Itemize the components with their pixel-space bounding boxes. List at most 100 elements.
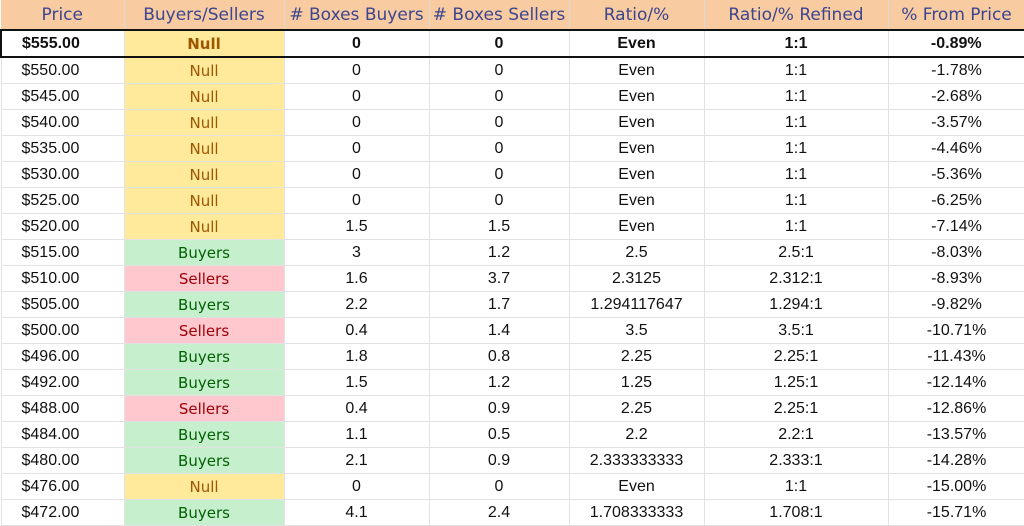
cell-price[interactable]: $492.00 (0, 369, 125, 396)
cell-price[interactable]: $520.00 (0, 213, 125, 240)
cell-price[interactable]: $488.00 (0, 395, 125, 422)
cell-boxes-buyers[interactable]: 4.1 (283, 499, 430, 526)
cell-buyers-sellers[interactable]: Null (123, 135, 285, 162)
cell-ratio[interactable]: 2.25 (568, 395, 705, 422)
cell-boxes-buyers[interactable]: 3 (283, 239, 430, 266)
cell-boxes-buyers[interactable]: 1.6 (283, 265, 430, 292)
cell-ratio-refined[interactable]: 3.5:1 (703, 317, 889, 344)
header-ratio-refined[interactable]: Ratio/% Refined (704, 0, 889, 31)
cell-ratio-refined[interactable]: 2.5:1 (703, 239, 889, 266)
cell-boxes-buyers[interactable]: 0 (283, 161, 430, 188)
cell-ratio[interactable]: Even (568, 135, 705, 162)
cell-boxes-buyers[interactable]: 0 (283, 135, 430, 162)
cell-ratio[interactable]: 1.708333333 (568, 499, 705, 526)
cell-ratio[interactable]: Even (568, 187, 705, 214)
cell-boxes-sellers[interactable]: 0 (428, 109, 570, 136)
cell-price[interactable]: $530.00 (0, 161, 125, 188)
cell-ratio[interactable]: 1.294117647 (568, 291, 705, 318)
cell-buyers-sellers[interactable]: Buyers (123, 369, 285, 396)
cell-buyers-sellers[interactable]: Sellers (123, 395, 285, 422)
cell-boxes-buyers[interactable]: 0.4 (283, 395, 430, 422)
cell-buyers-sellers[interactable]: Buyers (123, 239, 285, 266)
cell-ratio-refined[interactable]: 1:1 (703, 187, 889, 214)
cell-price[interactable]: $525.00 (0, 187, 125, 214)
cell-ratio[interactable]: 3.5 (568, 317, 705, 344)
cell-boxes-sellers[interactable]: 0 (428, 83, 570, 110)
header-boxes-buyers[interactable]: # Boxes Buyers (284, 0, 430, 31)
cell-boxes-buyers[interactable]: 1.1 (283, 421, 430, 448)
cell-ratio[interactable]: Even (568, 83, 705, 110)
cell-price[interactable]: $505.00 (0, 291, 125, 318)
cell-price[interactable]: $550.00 (0, 56, 125, 84)
cell-pct-from-price[interactable]: -7.14% (887, 213, 1024, 240)
cell-price[interactable]: $515.00 (0, 239, 125, 266)
cell-boxes-buyers[interactable]: 0 (283, 83, 430, 110)
cell-pct-from-price[interactable]: -12.86% (887, 395, 1024, 422)
cell-price[interactable]: $555.00 (0, 29, 125, 58)
cell-price[interactable]: $510.00 (0, 265, 125, 292)
cell-pct-from-price[interactable]: -10.71% (887, 317, 1024, 344)
cell-boxes-buyers[interactable]: 0 (283, 473, 430, 500)
cell-boxes-sellers[interactable]: 0.9 (428, 395, 570, 422)
cell-pct-from-price[interactable]: -13.57% (887, 421, 1024, 448)
cell-buyers-sellers[interactable]: Null (123, 109, 285, 136)
cell-buyers-sellers[interactable]: Buyers (123, 343, 285, 370)
cell-boxes-sellers[interactable]: 0 (428, 135, 570, 162)
cell-buyers-sellers[interactable]: Sellers (123, 317, 285, 344)
cell-boxes-sellers[interactable]: 0.8 (428, 343, 570, 370)
header-boxes-sellers[interactable]: # Boxes Sellers (429, 0, 570, 31)
cell-pct-from-price[interactable]: -3.57% (887, 109, 1024, 136)
cell-boxes-buyers[interactable]: 0 (283, 109, 430, 136)
cell-pct-from-price[interactable]: -12.14% (887, 369, 1024, 396)
cell-boxes-buyers[interactable]: 1.8 (283, 343, 430, 370)
cell-ratio[interactable]: Even (568, 29, 705, 58)
cell-pct-from-price[interactable]: -8.93% (887, 265, 1024, 292)
cell-buyers-sellers[interactable]: Null (123, 473, 285, 500)
cell-boxes-buyers[interactable]: 0 (283, 56, 430, 84)
cell-boxes-sellers[interactable]: 0 (428, 29, 570, 58)
cell-boxes-buyers[interactable]: 1.5 (283, 369, 430, 396)
cell-boxes-buyers[interactable]: 2.1 (283, 447, 430, 474)
cell-boxes-sellers[interactable]: 0 (428, 187, 570, 214)
cell-boxes-sellers[interactable]: 0.5 (428, 421, 570, 448)
cell-price[interactable]: $496.00 (0, 343, 125, 370)
cell-price[interactable]: $540.00 (0, 109, 125, 136)
cell-pct-from-price[interactable]: -8.03% (887, 239, 1024, 266)
cell-ratio[interactable]: Even (568, 161, 705, 188)
cell-boxes-sellers[interactable]: 1.2 (428, 369, 570, 396)
cell-ratio-refined[interactable]: 1.708:1 (703, 499, 889, 526)
cell-pct-from-price[interactable]: -4.46% (887, 135, 1024, 162)
cell-pct-from-price[interactable]: -6.25% (887, 187, 1024, 214)
cell-boxes-buyers[interactable]: 0.4 (283, 317, 430, 344)
cell-boxes-sellers[interactable]: 0 (428, 473, 570, 500)
cell-ratio[interactable]: 2.333333333 (568, 447, 705, 474)
cell-pct-from-price[interactable]: -15.00% (887, 473, 1024, 500)
cell-ratio[interactable]: 2.3125 (568, 265, 705, 292)
cell-boxes-buyers[interactable]: 1.5 (283, 213, 430, 240)
cell-boxes-sellers[interactable]: 1.5 (428, 213, 570, 240)
cell-boxes-sellers[interactable]: 1.2 (428, 239, 570, 266)
cell-boxes-sellers[interactable]: 0.9 (428, 447, 570, 474)
cell-buyers-sellers[interactable]: Null (123, 56, 285, 84)
cell-buyers-sellers[interactable]: Null (123, 29, 285, 58)
cell-boxes-sellers[interactable]: 0 (428, 161, 570, 188)
header-ratio[interactable]: Ratio/% (569, 0, 705, 31)
cell-pct-from-price[interactable]: -14.28% (887, 447, 1024, 474)
header-price[interactable]: Price (1, 0, 125, 31)
cell-ratio-refined[interactable]: 2.2:1 (703, 421, 889, 448)
cell-price[interactable]: $472.00 (0, 499, 125, 526)
cell-ratio[interactable]: Even (568, 473, 705, 500)
cell-ratio-refined[interactable]: 1:1 (703, 473, 889, 500)
cell-price[interactable]: $545.00 (0, 83, 125, 110)
cell-price[interactable]: $476.00 (0, 473, 125, 500)
cell-boxes-sellers[interactable]: 0 (428, 56, 570, 84)
cell-price[interactable]: $500.00 (0, 317, 125, 344)
cell-ratio[interactable]: 1.25 (568, 369, 705, 396)
cell-price[interactable]: $480.00 (0, 447, 125, 474)
cell-price[interactable]: $484.00 (0, 421, 125, 448)
cell-ratio[interactable]: Even (568, 56, 705, 84)
cell-ratio-refined[interactable]: 1.294:1 (703, 291, 889, 318)
cell-boxes-sellers[interactable]: 1.4 (428, 317, 570, 344)
cell-buyers-sellers[interactable]: Buyers (123, 421, 285, 448)
cell-boxes-sellers[interactable]: 1.7 (428, 291, 570, 318)
